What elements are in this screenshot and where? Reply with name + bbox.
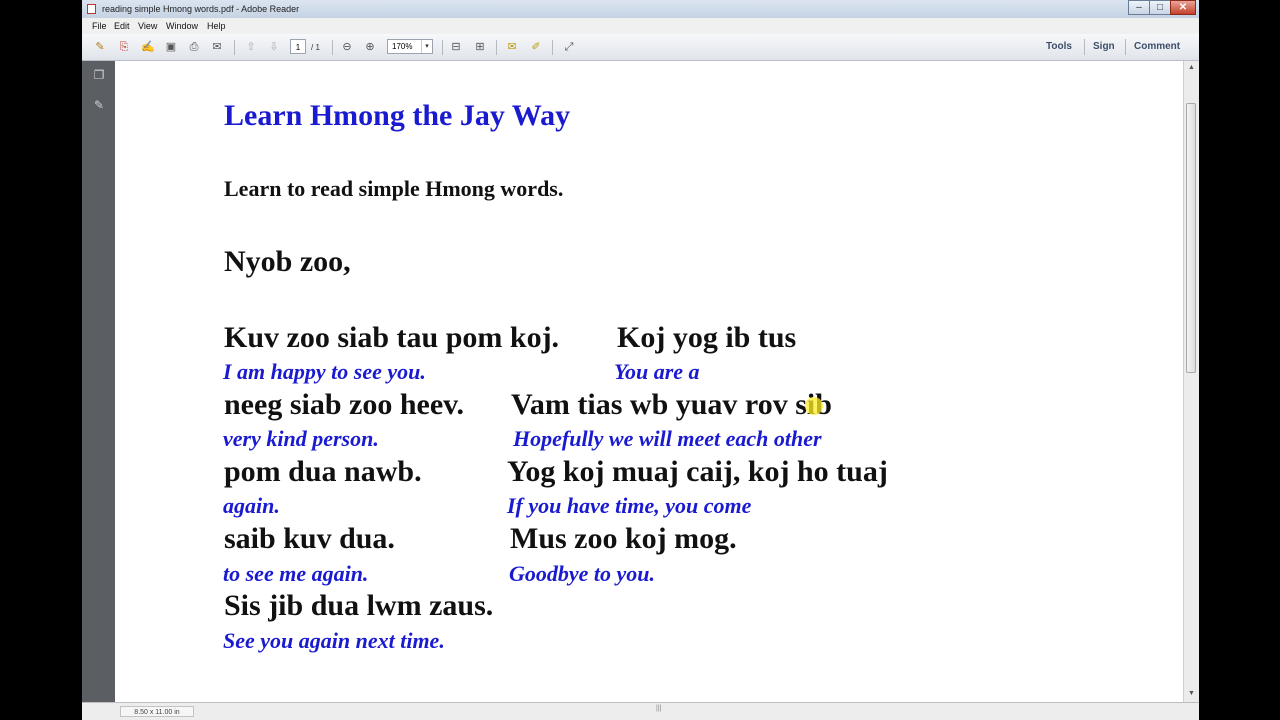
- email-icon[interactable]: ✉: [209, 39, 225, 55]
- minimize-button[interactable]: –: [1128, 0, 1150, 15]
- toolbar-divider: [1084, 39, 1085, 55]
- english-line: Goodbye to you.: [509, 561, 656, 586]
- menu-edit[interactable]: Edit: [114, 21, 130, 31]
- page-size-indicator: 8.50 x 11.00 in: [120, 706, 194, 717]
- zoom-select[interactable]: 170% ▾: [387, 39, 433, 54]
- page-title: Learn Hmong the Jay Way: [224, 99, 571, 132]
- english-line: to see me again.: [223, 561, 369, 586]
- status-bar: 8.50 x 11.00 in |||: [82, 702, 1199, 720]
- mouse-cursor-highlight: [805, 397, 823, 415]
- english-line: Hopefully we will meet each other: [513, 426, 822, 451]
- hmong-line: saib kuv dua.: [224, 522, 395, 555]
- tools-button[interactable]: Tools: [1046, 41, 1072, 52]
- previous-page-icon[interactable]: ⇧: [243, 39, 259, 55]
- toolbar-divider: [1125, 39, 1126, 55]
- save-icon[interactable]: ▣: [163, 39, 179, 55]
- comment-button[interactable]: Comment: [1134, 41, 1180, 52]
- greeting-text: Nyob zoo,: [224, 245, 351, 278]
- close-button[interactable]: ✕: [1170, 0, 1196, 15]
- next-page-icon[interactable]: ⇩: [266, 39, 282, 55]
- hmong-line: Koj yog ib tus: [617, 321, 797, 354]
- english-line: You are a: [614, 359, 700, 384]
- zoom-out-icon[interactable]: ⊖: [339, 39, 355, 55]
- create-pdf-icon[interactable]: ✎: [92, 39, 108, 55]
- english-line: I am happy to see you.: [223, 359, 426, 384]
- hmong-line: Vam tias wb yuav rov sib: [511, 388, 832, 421]
- toolbar-divider: [552, 40, 553, 55]
- maximize-button[interactable]: □: [1149, 0, 1171, 15]
- english-line: See you again next time.: [223, 628, 445, 653]
- zoom-in-icon[interactable]: ⊕: [362, 39, 378, 55]
- main-toolbar: ✎ ⎘ ✍ ▣ ⎙ ✉ ⇧ ⇩ 1 / 1 ⊖ ⊕ 170% ▾ ⊟ ⊞ ✉ ✐…: [82, 34, 1199, 61]
- hmong-line: Sis jib dua lwm zaus.: [224, 589, 494, 622]
- hmong-line: Mus zoo koj mog.: [510, 522, 737, 555]
- navigation-pane: ❐ ✎: [82, 61, 115, 702]
- scroll-up-icon[interactable]: ▲: [1184, 61, 1199, 75]
- hmong-line: Kuv zoo siab tau pom koj.: [224, 321, 560, 354]
- scrollbar-thumb[interactable]: [1186, 103, 1196, 373]
- horizontal-scroll-grip[interactable]: |||: [656, 705, 661, 712]
- menu-view[interactable]: View: [138, 21, 157, 31]
- toolbar-divider: [234, 40, 235, 55]
- highlight-icon[interactable]: ✐: [528, 39, 544, 55]
- scroll-down-icon[interactable]: ▼: [1184, 687, 1199, 701]
- english-line: again.: [223, 493, 280, 518]
- page-subtitle: Learn to read simple Hmong words.: [224, 176, 564, 201]
- menu-window[interactable]: Window: [166, 21, 198, 31]
- toolbar-divider: [332, 40, 333, 55]
- zoom-value: 170%: [392, 42, 413, 51]
- attachments-icon[interactable]: ✎: [93, 99, 105, 112]
- page-thumbnails-icon[interactable]: ❐: [93, 69, 105, 82]
- title-bar: reading simple Hmong words.pdf - Adobe R…: [82, 0, 1199, 18]
- toolbar-divider: [442, 40, 443, 55]
- hmong-line: pom dua nawb.: [224, 455, 422, 488]
- menu-help[interactable]: Help: [207, 21, 226, 31]
- hmong-line: neeg siab zoo heev.: [224, 388, 464, 421]
- sign-button[interactable]: Sign: [1093, 41, 1115, 52]
- print-icon[interactable]: ⎙: [186, 39, 202, 55]
- menu-file[interactable]: File: [92, 21, 107, 31]
- pdf-app-icon: [87, 4, 96, 14]
- english-line: very kind person.: [223, 426, 379, 451]
- toolbar-divider: [496, 40, 497, 55]
- hmong-line: Yog koj muaj caij, koj ho tuaj: [507, 455, 888, 488]
- fullscreen-icon[interactable]: ⤢: [561, 39, 577, 55]
- english-line: If you have time, you come: [507, 493, 752, 518]
- comment-icon[interactable]: ✉: [504, 39, 520, 55]
- sign-icon[interactable]: ✍: [140, 39, 156, 55]
- page-number-input[interactable]: 1: [290, 39, 306, 54]
- vertical-scrollbar[interactable]: ▲ ▼: [1183, 61, 1199, 702]
- open-icon[interactable]: ⎘: [116, 39, 132, 55]
- adobe-reader-window: reading simple Hmong words.pdf - Adobe R…: [82, 0, 1199, 720]
- menu-bar: File Edit View Window Help: [82, 18, 1199, 34]
- chevron-down-icon[interactable]: ▾: [421, 40, 432, 53]
- fit-width-icon[interactable]: ⊞: [472, 39, 488, 55]
- document-page: Learn Hmong the Jay Way Learn to read si…: [115, 61, 1183, 702]
- page-total: / 1: [311, 43, 320, 52]
- fit-page-icon[interactable]: ⊟: [448, 39, 464, 55]
- window-title: reading simple Hmong words.pdf - Adobe R…: [102, 4, 300, 14]
